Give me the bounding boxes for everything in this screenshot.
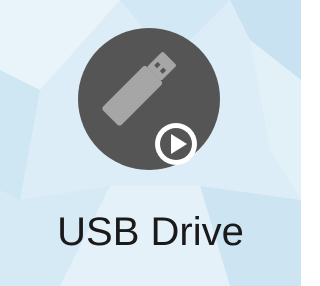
play-icon [155, 123, 197, 165]
usb-drive-icon[interactable] [78, 28, 220, 170]
usb-drive-shortcut[interactable]: USB Drive [0, 0, 301, 286]
icon-circle-background [78, 28, 220, 170]
desktop-background: USB Drive [0, 0, 301, 286]
shortcut-label[interactable]: USB Drive [0, 206, 301, 258]
